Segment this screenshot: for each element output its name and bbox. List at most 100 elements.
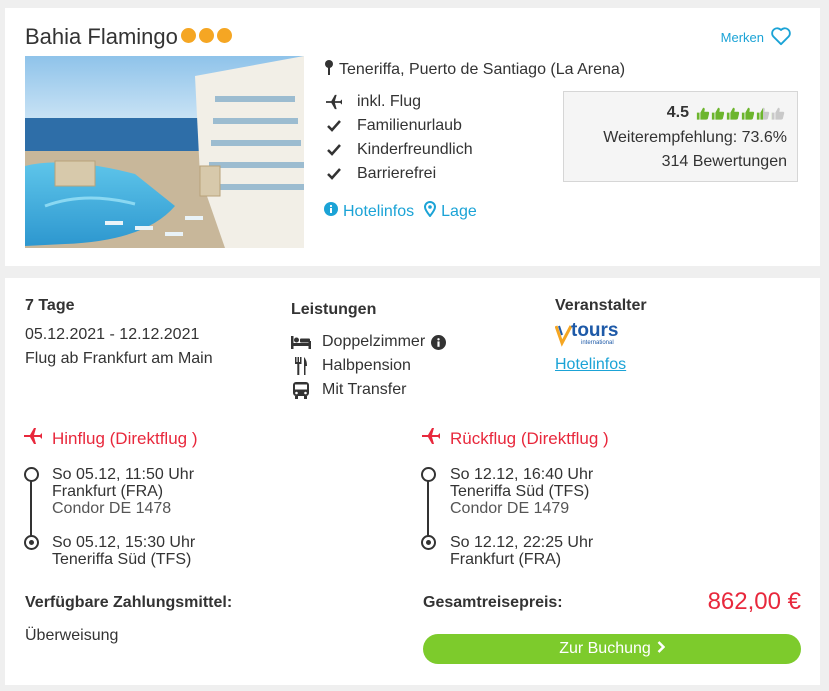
lage-label: Lage (441, 202, 477, 220)
leistung-label: Mit Transfer (322, 381, 407, 398)
trip-dates: 05.12.2021 - 12.12.2021 (25, 326, 200, 343)
hotel-card: Bahia Flamingo Merken Teneriffa, Puerto … (5, 8, 820, 266)
plane-icon (23, 427, 43, 450)
feature-item: inkl. Flug (324, 90, 473, 114)
outbound-dep-time: So 05.12, 11:50 Uhr (52, 466, 195, 483)
feature-item: Barrierefrei (324, 162, 473, 186)
departure-dot-icon (421, 467, 436, 482)
feature-list: inkl. Flug Familienurlaub Kinderfreundli… (324, 90, 473, 186)
leistung-label: Doppelzimmer (322, 333, 426, 350)
heart-icon (770, 26, 792, 49)
leistungen-title: Leistungen (291, 301, 377, 318)
return-arrival: So 12.12, 22:25 Uhr Frankfurt (FRA) (450, 534, 593, 568)
payment-method: Überweisung (25, 627, 119, 644)
rating-summary: 4.5 (667, 104, 785, 122)
hotel-links: Hotelinfos Lage (324, 201, 477, 222)
outbound-arrival: So 05.12, 15:30 Uhr Teneriffa Süd (TFS) (52, 534, 195, 568)
bus-icon (291, 381, 311, 399)
bed-icon (291, 335, 311, 349)
feature-label: inkl. Flug (357, 93, 422, 110)
star-icon (199, 28, 214, 43)
outbound-dep-airport: Frankfurt (FRA) (52, 483, 164, 500)
feature-item: Familienurlaub (324, 114, 473, 138)
veranstalter-title: Veranstalter (555, 297, 647, 314)
thumbs-up-icon (756, 107, 770, 120)
check-icon (324, 165, 344, 183)
thumbs-up-icon (726, 107, 740, 120)
return-arr-time: So 12.12, 22:25 Uhr (450, 534, 594, 551)
arrival-dot-icon (421, 535, 436, 550)
booking-label: Zur Buchung (559, 640, 651, 657)
outbound-timeline (24, 467, 39, 557)
thumbs-up-icon (771, 107, 785, 120)
hotel-name[interactable]: Bahia Flamingo (25, 24, 178, 50)
leistung-item: Halbpension (291, 354, 446, 378)
timeline-line (427, 477, 429, 543)
rating-thumbs (696, 106, 785, 121)
hotel-location: Teneriffa, Puerto de Santiago (La Arena) (324, 59, 625, 80)
return-departure: So 12.12, 16:40 Uhr Teneriffa Süd (TFS) … (450, 466, 593, 517)
veranstalter-logo: tours international (555, 320, 625, 349)
outbound-title: Hinflug (Direktflug ) (52, 428, 198, 448)
veranstalter-hotelinfos-link[interactable]: Hotelinfos (555, 356, 626, 374)
merken-label: Merken (720, 30, 764, 45)
outbound-arr-airport: Teneriffa Süd (TFS) (52, 551, 192, 568)
check-icon (324, 117, 344, 135)
return-timeline (421, 467, 436, 557)
trip-duration: 7 Tage (25, 297, 75, 314)
return-title: Rückflug (Direktflug ) (450, 428, 609, 448)
payment-title: Verfügbare Zahlungsmittel: (25, 594, 233, 611)
lage-link[interactable]: Lage (424, 201, 477, 222)
info-icon[interactable] (431, 334, 447, 350)
feature-item: Kinderfreundlich (324, 138, 473, 162)
return-dep-airport: Teneriffa Süd (TFS) (450, 483, 590, 500)
thumbs-up-icon (696, 107, 710, 120)
review-count: 314 Bewertungen (661, 153, 787, 170)
return-dep-time: So 12.12, 16:40 Uhr (450, 466, 594, 483)
departure-airport: Flug ab Frankfurt am Main (25, 350, 213, 367)
rating-score: 4.5 (666, 104, 689, 121)
total-price: 862,00 € (707, 588, 801, 615)
arrival-dot-icon (24, 535, 39, 550)
recommendation-rate: Weiterempfehlung: 73.6% (603, 129, 787, 146)
return-header: Rückflug (Direktflug ) (421, 427, 609, 450)
leistungen-list: Doppelzimmer Halbpension Mit Transfer (291, 330, 447, 402)
total-label: Gesamtreisepreis: (423, 594, 563, 611)
feature-label: Kinderfreundlich (357, 141, 473, 158)
offer-card: 7 Tage 05.12.2021 - 12.12.2021 Flug ab F… (5, 278, 820, 685)
chevron-right-icon (657, 640, 666, 658)
map-pin-icon (424, 201, 437, 222)
logo-subtext: international (581, 340, 614, 346)
plane-icon (421, 427, 441, 450)
plane-icon (324, 93, 344, 111)
leistung-item: Mit Transfer (291, 378, 446, 402)
outbound-flight-number: Condor DE 1478 (52, 500, 172, 517)
thumbs-up-icon (741, 107, 755, 120)
cutlery-icon (291, 357, 311, 375)
leistung-item: Doppelzimmer (291, 330, 447, 354)
location-text: Teneriffa, Puerto de Santiago (La Arena) (339, 60, 626, 78)
leistung-label: Halbpension (322, 357, 411, 374)
departure-dot-icon (24, 467, 39, 482)
star-icon (217, 28, 232, 43)
outbound-header: Hinflug (Direktflug ) (23, 427, 198, 450)
check-icon (324, 141, 344, 159)
hotelinfos-link[interactable]: Hotelinfos (324, 201, 414, 222)
thumbs-up-icon (711, 107, 725, 120)
info-icon (324, 202, 338, 221)
merken-button[interactable]: Merken (721, 26, 792, 49)
return-flight-number: Condor DE 1479 (450, 500, 570, 517)
timeline-line (30, 477, 32, 543)
return-arr-airport: Frankfurt (FRA) (450, 551, 562, 568)
booking-button[interactable]: Zur Buchung (423, 634, 801, 664)
outbound-departure: So 05.12, 11:50 Uhr Frankfurt (FRA) Cond… (52, 466, 194, 517)
feature-label: Barrierefrei (357, 165, 437, 182)
rating-box[interactable]: 4.5 Weiterempfehlung: 73.6% 314 Bewertun… (563, 91, 798, 182)
hotel-stars (181, 28, 232, 43)
logo-text: tours (571, 320, 619, 341)
outbound-arr-time: So 05.12, 15:30 Uhr (52, 534, 196, 551)
feature-label: Familienurlaub (357, 117, 462, 134)
star-icon (181, 28, 196, 43)
hotel-photo[interactable] (25, 56, 304, 248)
pin-icon (324, 59, 334, 80)
